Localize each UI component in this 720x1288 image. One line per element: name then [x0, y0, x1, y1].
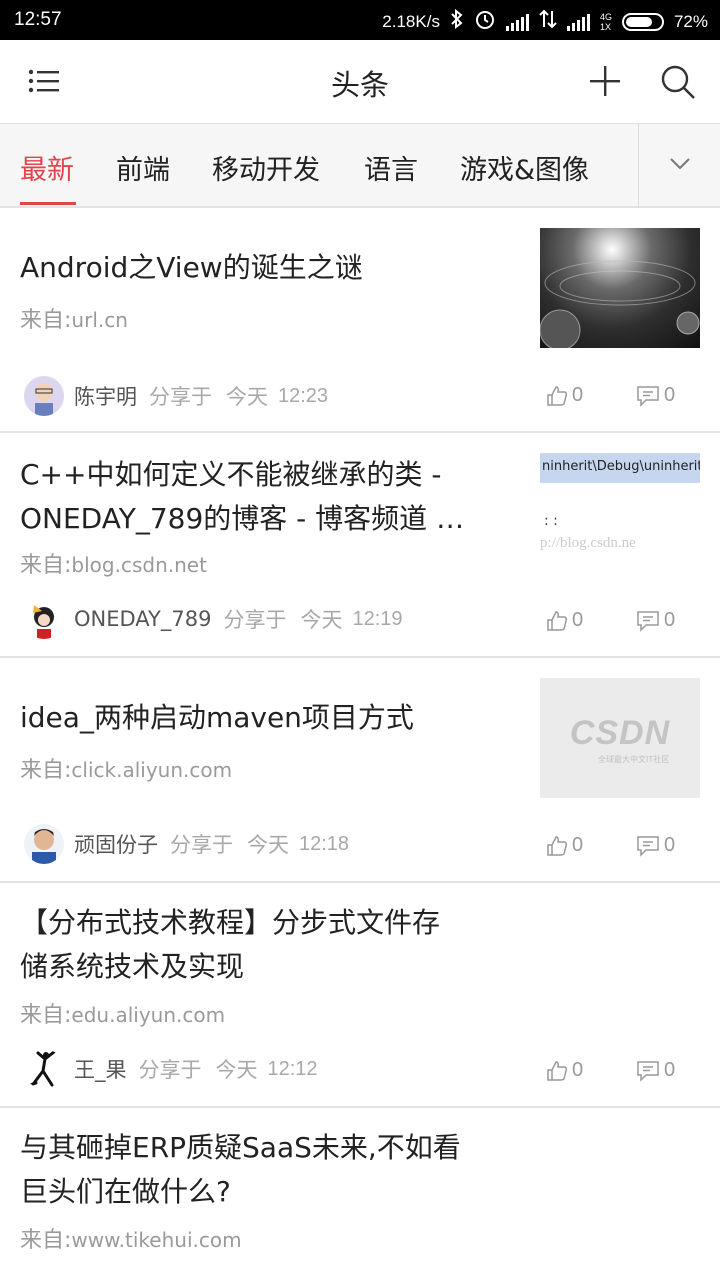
battery-percent: 72% [673, 11, 708, 31]
comment-button[interactable]: 0 [636, 1059, 675, 1082]
tab-games-graphics[interactable]: 游戏&图像 [460, 148, 589, 187]
share-time: 12:19 [352, 607, 403, 630]
article-source: 来自:www.tikehui.com [20, 1228, 242, 1253]
signal-icon-2 [566, 13, 590, 31]
like-button[interactable]: 0 [546, 609, 583, 632]
comment-button[interactable]: 0 [636, 609, 675, 632]
thumbs-up-icon [547, 610, 568, 631]
article-title: Android之View的诞生之谜 [20, 251, 363, 284]
tab-latest[interactable]: 最新 [20, 148, 74, 187]
comment-count: 0 [664, 1059, 676, 1081]
shared-label: 分享于 [223, 608, 287, 632]
comment-icon [637, 385, 659, 407]
tab-mobile-dev[interactable]: 移动开发 [212, 148, 320, 187]
user-name[interactable]: 王_果 [74, 1054, 127, 1084]
article-item[interactable]: 与其砸掉ERP质疑SaaS未来,不如看 巨头们在做什么? 来自:www.tikeh… [0, 1108, 720, 1288]
like-count: 0 [572, 1059, 584, 1081]
article-title: 与其砸掉ERP质疑SaaS未来,不如看 巨头们在做什么? [20, 1131, 461, 1208]
comment-icon [637, 835, 659, 857]
share-day: 今天 [300, 608, 343, 632]
article-item[interactable]: C++中如何定义不能被继承的类 - ONEDAY_789的博客 - 博客频道 … … [0, 433, 720, 658]
article-meta: 顽固份子 分享于 今天 12:18 [24, 824, 349, 864]
article-item[interactable]: 【分布式技术教程】分步式文件存 储系统技术及实现 来自:edu.aliyun.co… [0, 883, 720, 1108]
like-button[interactable]: 0 [546, 1059, 583, 1082]
article-source: 来自:edu.aliyun.com [20, 1003, 226, 1028]
app-header: 头条 [0, 40, 720, 124]
avatar[interactable] [24, 824, 64, 864]
article-meta: 陈宇明 分享于 今天 12:23 [24, 376, 328, 416]
status-time: 12:57 [14, 9, 62, 30]
shared-label: 分享于 [149, 385, 212, 409]
csdn-logo: CSDN [569, 714, 671, 752]
share-day: 今天 [215, 1058, 258, 1082]
article-source: 来自:blog.csdn.net [20, 553, 207, 578]
avatar[interactable] [24, 599, 64, 639]
comment-count: 0 [664, 834, 676, 856]
network-speed: 2.18K/s [382, 11, 440, 31]
article-meta: 王_果 分享于 今天 12:12 [24, 1049, 318, 1089]
bluetooth-icon [450, 8, 464, 34]
share-day: 今天 [247, 833, 289, 857]
comment-count: 0 [664, 384, 676, 406]
share-day: 今天 [226, 385, 268, 409]
like-button[interactable]: 0 [546, 834, 583, 857]
thumbs-up-icon [547, 835, 568, 856]
active-tab-indicator [20, 202, 76, 205]
alarm-icon [474, 8, 496, 35]
article-thumbnail: CSDN 全球最大中文IT社区 [540, 678, 700, 798]
comment-icon [637, 1060, 659, 1082]
signal-icon [505, 13, 529, 31]
share-time: 12:18 [299, 832, 350, 855]
data-transfer-icon [539, 9, 557, 34]
like-count: 0 [572, 609, 584, 631]
comment-button[interactable]: 0 [636, 834, 675, 857]
article-item[interactable]: Android之View的诞生之谜 来自:url.cn 陈宇明 分享于 今天 1… [0, 208, 720, 433]
share-time: 12:12 [267, 1057, 318, 1080]
add-icon[interactable] [588, 64, 622, 98]
chevron-down-icon[interactable] [668, 154, 692, 174]
article-item[interactable]: idea_两种启动maven项目方式 来自:click.aliyun.com C… [0, 658, 720, 883]
article-source: 来自:url.cn [20, 308, 128, 333]
like-count: 0 [572, 834, 584, 856]
share-time: 12:23 [278, 384, 329, 407]
tab-language[interactable]: 语言 [364, 148, 418, 187]
user-name[interactable]: 陈宇明 [74, 381, 137, 411]
article-title: 【分布式技术教程】分步式文件存 储系统技术及实现 [20, 906, 441, 983]
user-name[interactable]: ONEDAY_789 [74, 607, 211, 631]
article-feed: Android之View的诞生之谜 来自:url.cn 陈宇明 分享于 今天 1… [0, 208, 720, 1288]
search-icon[interactable] [660, 64, 696, 100]
status-bar: 12:57 2.18K/s 4G 1X 72% [0, 0, 720, 40]
battery-icon [621, 12, 664, 31]
tab-frontend[interactable]: 前端 [116, 148, 170, 187]
user-name[interactable]: 顽固份子 [74, 829, 158, 859]
avatar[interactable] [24, 1049, 64, 1089]
shared-label: 分享于 [170, 833, 233, 857]
article-source: 来自:click.aliyun.com [20, 758, 233, 783]
article-title: idea_两种启动maven项目方式 [20, 701, 414, 734]
avatar[interactable] [24, 376, 64, 416]
thumbs-up-icon [547, 385, 568, 406]
shared-label: 分享于 [138, 1058, 202, 1082]
article-thumbnail [540, 228, 700, 348]
article-title: C++中如何定义不能被继承的类 - ONEDAY_789的博客 - 博客频道 … [20, 458, 465, 535]
tabs-divider [638, 124, 639, 208]
network-type: 4G 1X [599, 11, 612, 32]
comment-button[interactable]: 0 [636, 384, 675, 407]
thumbs-up-icon [547, 1060, 568, 1081]
article-thumbnail: ninherit\Debug\uninherit.e : : p://blog.… [540, 453, 700, 573]
like-count: 0 [572, 384, 584, 406]
comment-count: 0 [664, 609, 676, 631]
comment-icon [637, 610, 659, 632]
like-button[interactable]: 0 [546, 384, 583, 407]
category-tabs: 最新 前端 移动开发 语言 游戏&图像 [0, 124, 720, 208]
article-meta: ONEDAY_789 分享于 今天 12:19 [24, 599, 403, 639]
